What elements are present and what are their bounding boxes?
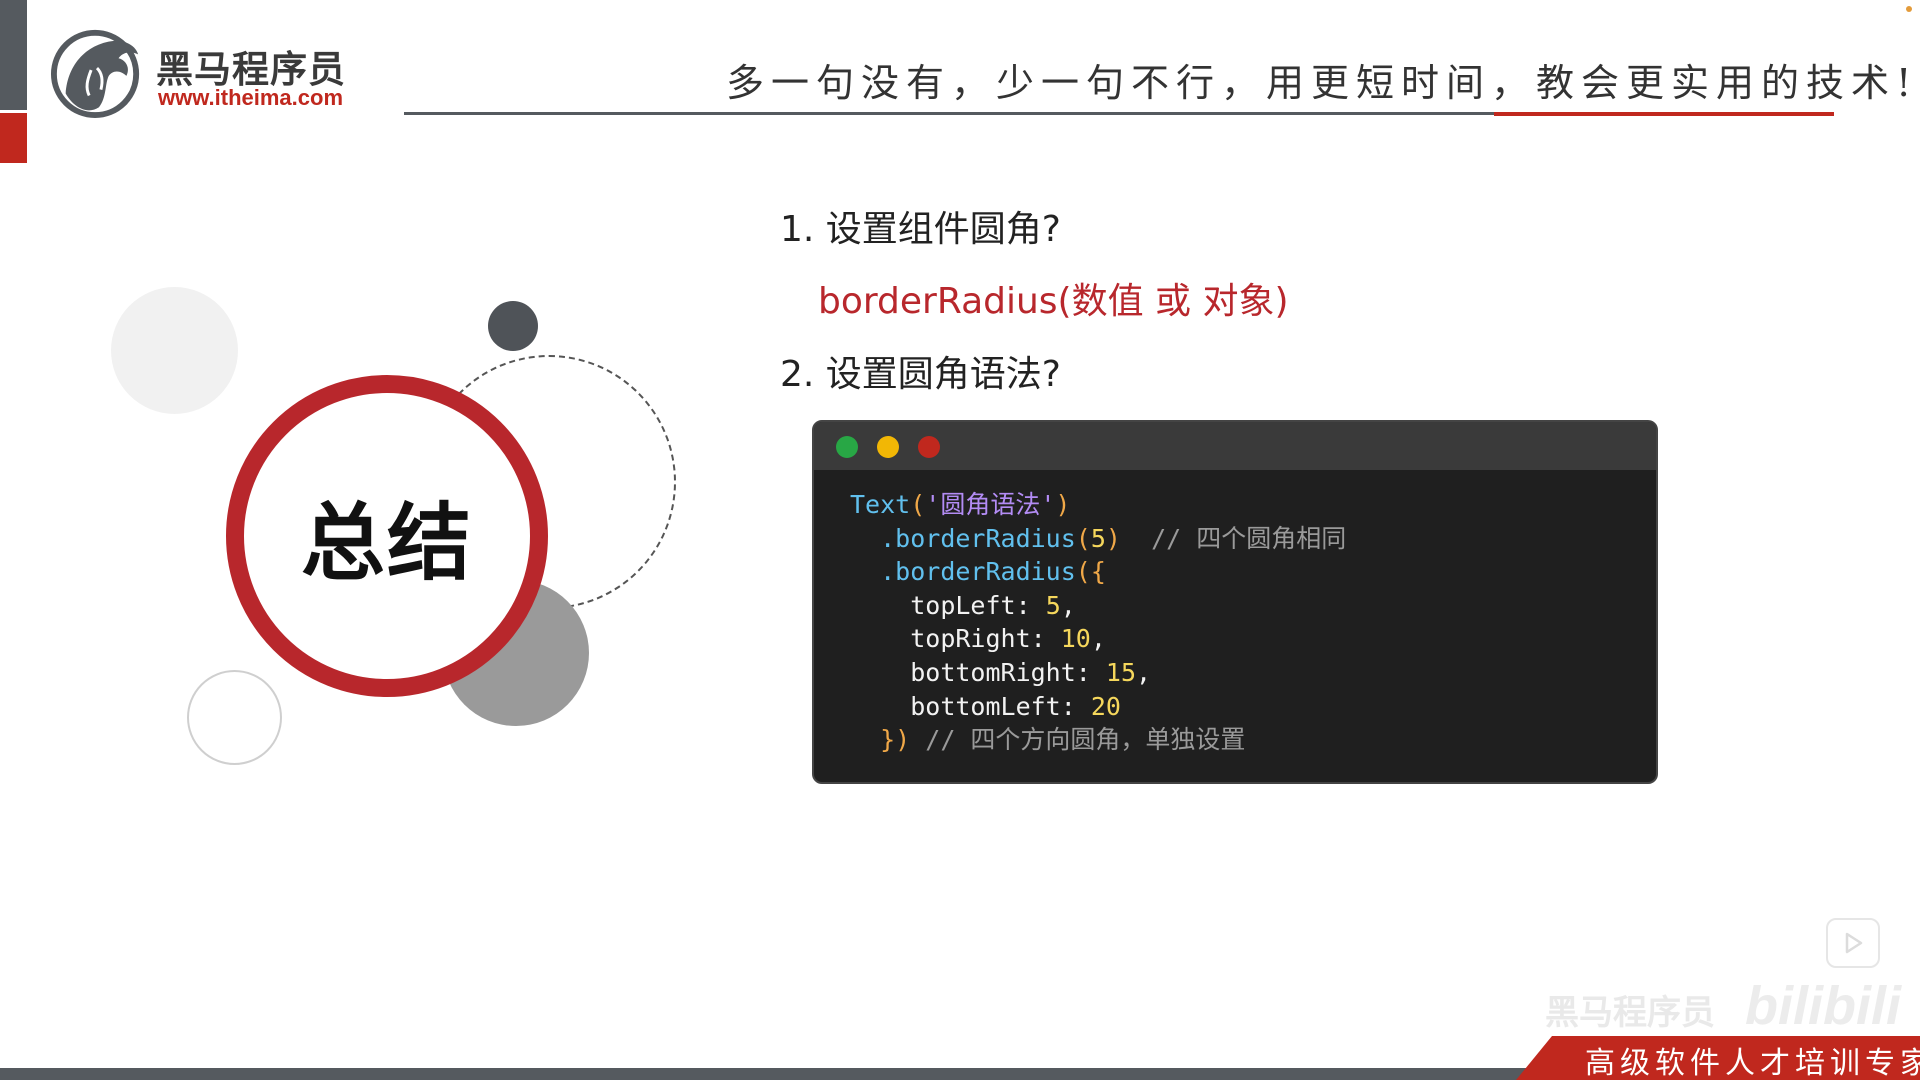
code-token: 5	[1090, 523, 1106, 553]
question-1: 1. 设置组件圆角?	[780, 209, 1061, 250]
corner-dot	[1906, 6, 1912, 12]
play-triangle-icon	[1845, 932, 1863, 954]
code-token: )	[1105, 523, 1121, 553]
left-edge-accent	[0, 113, 27, 163]
code-prop-value: 5	[1045, 590, 1061, 620]
code-token: .borderRadius	[880, 523, 1076, 553]
decor-circle-outline	[187, 670, 282, 765]
code-prop-key: bottomRight	[910, 657, 1076, 687]
slogan: 多一句没有，少一句不行，用更短时间，教会更实用的技术!	[726, 61, 1919, 105]
code-prop-value: 20	[1090, 691, 1121, 721]
watermark-site: bilibili	[1745, 976, 1901, 1036]
code-token: ({	[1075, 557, 1106, 587]
code-prop-value: 15	[1105, 657, 1137, 687]
code-token: (	[1075, 523, 1091, 553]
brand-url: www.itheima.com	[158, 85, 344, 110]
code-token: )	[1055, 490, 1071, 519]
green-dot-icon	[836, 436, 858, 458]
code-prop-value: 10	[1060, 624, 1091, 654]
code-token: (	[910, 490, 926, 519]
footer-text: 高级软件人才培训专家	[1585, 1046, 1920, 1081]
summary-badge: 总结	[226, 375, 548, 697]
code-prop-key: topRight	[910, 624, 1031, 654]
code-token: })	[880, 725, 911, 755]
question-2: 2. 设置圆角语法?	[780, 354, 1061, 395]
red-dot-icon	[918, 436, 940, 458]
code-token: .borderRadius	[880, 557, 1076, 587]
decor-circle-dark	[488, 301, 538, 351]
header-divider-accent	[1494, 112, 1834, 116]
brand-logo: 黑马程序员 www.itheima.com	[48, 25, 378, 120]
play-icon[interactable]	[1826, 918, 1880, 968]
decor-circle-light	[111, 287, 238, 414]
watermark-text: 黑马程序员	[1545, 993, 1715, 1033]
summary-title: 总结	[300, 493, 473, 592]
code-prop-key: topLeft	[910, 590, 1016, 620]
code-window: Text('圆角语法') .borderRadius(5) // 四个圆角相同 …	[812, 420, 1658, 784]
horse-logo-icon	[50, 29, 140, 119]
left-edge-bar	[0, 0, 27, 110]
code-prop-key: bottomLeft	[910, 691, 1061, 721]
code-comment: // 四个圆角相同	[1151, 523, 1347, 553]
question-1-answer: borderRadius(数值 或 对象)	[818, 281, 1289, 322]
code-token: Text	[850, 490, 911, 519]
code-window-titlebar	[814, 422, 1656, 470]
code-comment: // 四个方向圆角，单独设置	[925, 725, 1246, 755]
code-block: Text('圆角语法') .borderRadius(5) // 四个圆角相同 …	[850, 490, 1347, 755]
yellow-dot-icon	[877, 436, 899, 458]
code-token: '圆角语法'	[925, 490, 1056, 519]
